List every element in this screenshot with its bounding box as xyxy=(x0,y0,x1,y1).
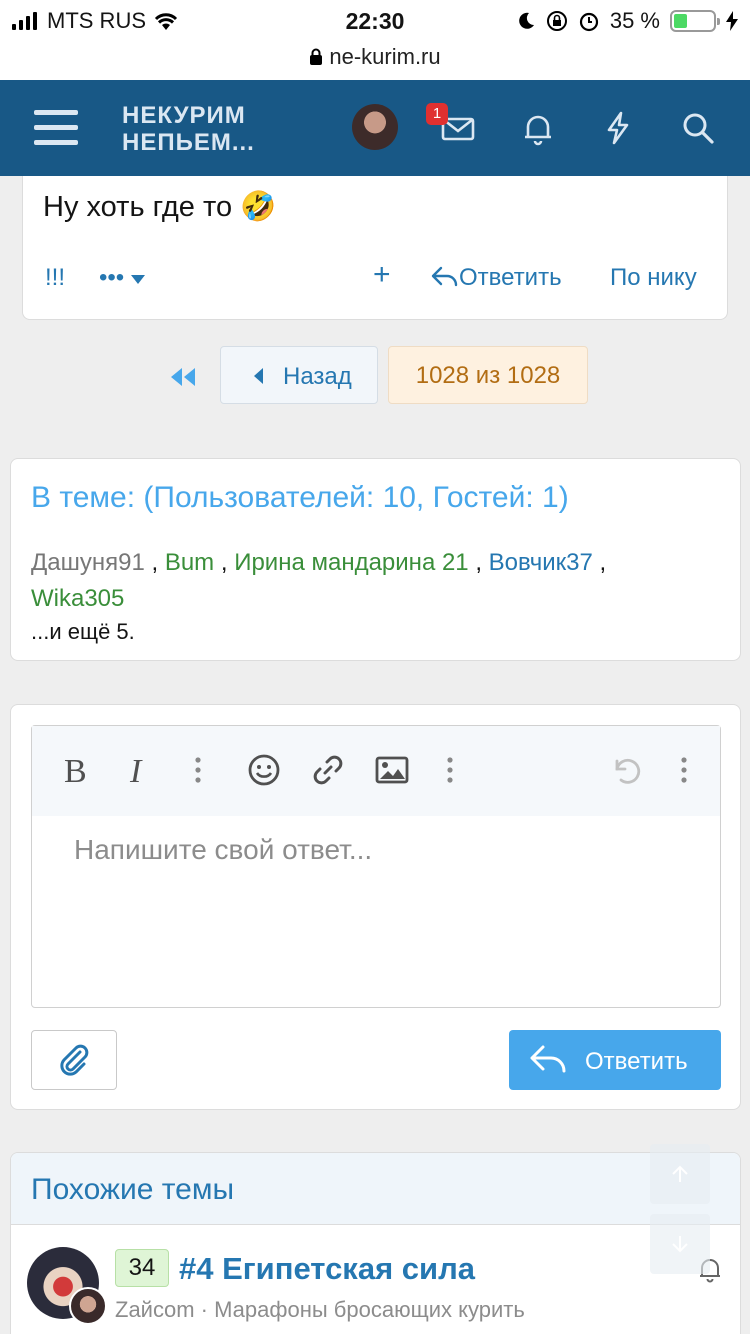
menu-icon[interactable] xyxy=(34,110,78,146)
more-vertical-icon[interactable] xyxy=(666,752,702,788)
similar-title: Похожие темы xyxy=(31,1173,235,1206)
add-button[interactable]: + xyxy=(373,258,391,292)
battery-percent: 35 % xyxy=(609,8,660,33)
reply-icon xyxy=(431,266,458,287)
online-users-block: В теме: (Пользователей: 10, Гостей: 1) Д… xyxy=(10,458,741,661)
logo-line-2: НЕПЬЕМ... xyxy=(122,129,255,156)
paperclip-icon xyxy=(60,1044,89,1076)
bold-icon[interactable]: B xyxy=(60,752,96,788)
back-label: Назад xyxy=(283,363,352,390)
battery-icon xyxy=(670,10,720,32)
arrow-up-icon xyxy=(672,1165,688,1182)
user-link[interactable]: Вовчик37 xyxy=(489,549,593,576)
reply-icon xyxy=(530,1045,566,1073)
thread-meta: Zaйcom · Марафоны бросающих курить xyxy=(115,1297,525,1322)
scroll-down-button[interactable] xyxy=(650,1214,710,1274)
user-link[interactable]: Ирина мандарина 21 xyxy=(234,549,468,576)
rotation-lock-icon xyxy=(546,11,567,31)
mention-button[interactable]: По нику xyxy=(610,264,697,292)
more-label: ••• xyxy=(99,264,125,291)
user-avatar[interactable] xyxy=(352,104,398,150)
image-icon[interactable] xyxy=(374,752,410,788)
moon-icon xyxy=(519,12,534,29)
attach-button[interactable] xyxy=(31,1030,117,1090)
reply-action[interactable]: Ответить xyxy=(431,264,562,292)
caret-down-icon xyxy=(130,275,145,284)
undo-icon[interactable] xyxy=(608,752,644,788)
editor-toolbar: B I xyxy=(32,726,720,816)
emoji-icon[interactable] xyxy=(246,752,282,788)
arrow-down-icon xyxy=(672,1236,688,1253)
more-button[interactable]: ••• xyxy=(99,264,145,292)
thread-title[interactable]: #4 Египетская сила xyxy=(179,1251,475,1287)
bell-icon[interactable] xyxy=(520,110,556,146)
user-link[interactable]: Дашуня91 xyxy=(31,549,145,576)
reply-placeholder: Напишите свой ответ... xyxy=(74,834,373,865)
italic-icon[interactable]: I xyxy=(124,752,160,788)
first-page-icon[interactable] xyxy=(168,362,198,392)
online-more: ...и ещё 5. xyxy=(31,619,135,644)
submit-label: Ответить xyxy=(585,1048,688,1075)
back-button[interactable]: Назад xyxy=(220,346,378,404)
site-logo[interactable]: НЕКУРИМ НЕПЬЕМ... xyxy=(122,102,255,156)
logo-line-1: НЕКУРИМ xyxy=(122,102,246,129)
reply-block: B I Напишите свой ответ... Ответить xyxy=(10,704,741,1110)
search-icon[interactable] xyxy=(680,110,716,146)
alarm-icon xyxy=(579,12,598,32)
svg-text:B: B xyxy=(64,753,87,788)
exclaim-button[interactable]: !!! xyxy=(45,264,65,292)
url-text: ne-kurim.ru xyxy=(329,44,441,69)
lock-icon xyxy=(310,48,323,65)
svg-text:I: I xyxy=(129,753,143,788)
user-link[interactable]: Wika305 xyxy=(31,585,124,612)
last-poster-avatar[interactable] xyxy=(69,1287,107,1325)
status-bar: MTS RUS 22:30 35 % xyxy=(0,0,750,44)
submit-reply-button[interactable]: Ответить xyxy=(509,1030,721,1090)
link-icon[interactable] xyxy=(310,752,346,788)
charging-icon xyxy=(726,11,738,31)
similar-threads-block: Похожие темы 34 #4 Египетская сила Zaйco… xyxy=(10,1152,741,1334)
more-vertical-icon[interactable] xyxy=(180,752,216,788)
more-vertical-icon[interactable] xyxy=(432,752,468,788)
online-users-list: Дашуня91 , Bum , Ирина мандарина 21 , Во… xyxy=(31,549,607,612)
similar-header: Похожие темы xyxy=(11,1153,740,1225)
status-right: 35 % xyxy=(516,8,738,34)
post-actions: !!! ••• + Ответить По нику xyxy=(23,258,727,298)
thread-forum[interactable]: Марафоны бросающих курить xyxy=(214,1297,525,1322)
post-message: Ну хоть где то 🤣 xyxy=(43,191,277,223)
address-bar[interactable]: ne-kurim.ru xyxy=(0,44,750,80)
reply-editor[interactable]: B I Напишите свой ответ... xyxy=(31,725,721,1008)
thread-author[interactable]: Zaйcom xyxy=(115,1297,195,1322)
replies-count: 34 xyxy=(115,1249,169,1287)
current-page[interactable]: 1028 из 1028 xyxy=(388,346,588,404)
online-title: В теме: (Пользователей: 10, Гостей: 1) xyxy=(31,481,569,514)
lightning-icon[interactable] xyxy=(600,110,636,146)
scroll-up-button[interactable] xyxy=(650,1144,710,1204)
reply-action-label: Ответить xyxy=(459,264,562,291)
caret-left-icon xyxy=(254,368,263,384)
user-link[interactable]: Bum xyxy=(165,549,214,576)
inbox-badge: 1 xyxy=(426,103,448,125)
